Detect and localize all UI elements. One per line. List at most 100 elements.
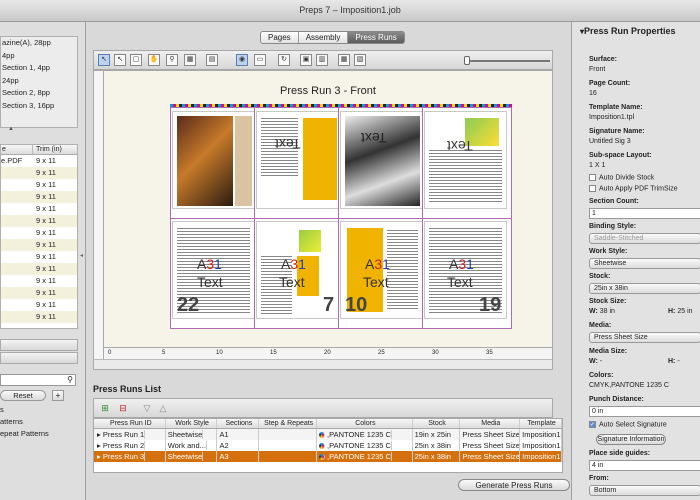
move-down-icon[interactable]: ▽ [140,402,154,414]
generate-press-runs-button[interactable]: Generate Press Runs [458,479,570,491]
distribute-icon[interactable]: ▥ [316,54,328,66]
side-guides-input[interactable]: 4 in [589,460,700,471]
collapse-icon[interactable]: ▲ [8,126,14,132]
col-name[interactable]: e [1,145,33,154]
media-select[interactable]: Press Sheet Size [589,332,700,343]
filter-box-1[interactable] [0,339,78,351]
press-run-work-style[interactable]: Sheetwise [166,451,218,462]
page-tile[interactable]: A31 Text 7 [256,221,339,319]
tab-pages[interactable]: Pages [261,32,299,43]
col-sections[interactable]: Sections [217,419,260,428]
reset-button[interactable]: Reset [0,390,46,401]
add-button[interactable]: + [52,390,64,401]
page-tile[interactable]: Text [256,111,339,209]
section-count-input[interactable]: 1 [589,208,700,219]
page-tile[interactable]: A31 Text 10 [340,221,423,319]
auto-apply-checkbox[interactable]: Auto Apply PDF TrimSize [589,185,678,192]
rotate-icon[interactable]: ↻ [278,54,290,66]
auto-select-checkbox[interactable]: ✓ Auto Select Signature [589,421,667,428]
file-row[interactable]: e.PDF 9 x 11 [1,155,77,167]
file-row[interactable]: 9 x 11 [1,251,77,263]
col-stock[interactable]: Stock [413,419,461,428]
file-row[interactable]: 9 x 11 [1,263,77,275]
file-row[interactable]: 9 x 11 [1,275,77,287]
file-row[interactable]: 9 x 11 [1,287,77,299]
direct-select-icon[interactable]: ↖ [114,54,126,66]
page-select-icon[interactable]: ▢ [130,54,142,66]
file-row[interactable]: 9 x 11 [1,179,77,191]
add-press-run-icon[interactable]: ⊞ [98,402,112,414]
col-work-style[interactable]: Work Style [166,419,218,428]
zoom-slider-track[interactable] [464,60,550,62]
splitter-left-icon[interactable]: ◂ [80,252,83,259]
align-icon[interactable]: ▣ [300,54,312,66]
col-trim[interactable]: Trim (in) [33,145,62,154]
pattern-item[interactable]: s [0,405,4,414]
auto-divide-checkbox[interactable]: Auto Divide Stock [589,174,654,181]
search-input[interactable]: ⚲ [0,374,76,386]
preview-icon[interactable]: ◉ [236,54,248,66]
press-run-work-style[interactable]: Sheetwise [166,429,218,440]
pattern-item[interactable]: atterns [0,417,23,426]
section-item[interactable]: Section 1, 4pp [1,62,77,75]
col-colors[interactable]: Colors [317,419,413,428]
page-tile[interactable] [172,111,255,209]
grid-icon[interactable]: ▦ [338,54,350,66]
zoom-icon[interactable]: ⚲ [166,54,178,66]
work-style-select[interactable]: Sheetwise [589,258,700,269]
section-item[interactable]: Section 3, 16pp [1,100,77,113]
fit-view-icon[interactable]: ▦ [184,54,196,66]
pattern-item[interactable]: epeat Patterns [0,429,49,438]
filter-box-2[interactable] [0,352,78,364]
file-row[interactable]: 9 x 11 [1,239,77,251]
signature-info-button[interactable]: Signature Information [596,434,666,445]
overlay-mark: A31 [365,256,390,272]
tab-press-runs[interactable]: Press Runs [348,32,404,43]
section-item[interactable]: Section 2, 8pp [1,87,77,100]
page-tile[interactable]: Text [340,111,423,209]
page-tile[interactable]: Text [424,111,507,209]
file-row[interactable]: 9 x 11 [1,311,77,323]
ruler-label: 5 [162,350,166,356]
page-tile[interactable]: A31 Text 22 [172,221,255,319]
col-media[interactable]: Media [460,419,521,428]
move-up-icon[interactable]: △ [156,402,170,414]
imposition-canvas[interactable]: Press Run 3 - Front Text Text Text A31 T… [93,70,553,370]
file-row[interactable]: 9 x 11 [1,215,77,227]
marks-icon[interactable]: ▧ [354,54,366,66]
col-press-run-id[interactable]: Press Run ID [94,419,166,428]
page-tile[interactable]: A31 Text 19 [424,221,507,319]
file-row[interactable]: 9 x 11 [1,203,77,215]
fold-line [338,107,339,329]
punch-input[interactable]: 0 in [589,406,700,417]
section-item[interactable]: 24pp [1,75,77,88]
file-name [1,299,33,311]
section-list[interactable]: azine(A), 28pp 4pp Section 1, 4pp 24pp S… [0,36,78,128]
hand-icon[interactable]: ✋ [148,54,160,66]
layout-icon[interactable]: ▤ [206,54,218,66]
file-name [1,311,33,323]
select-arrow-icon[interactable]: ↖ [98,54,110,66]
zoom-slider-handle[interactable] [464,56,470,65]
horizontal-scrollbar[interactable] [94,359,552,369]
section-item[interactable]: azine(A), 28pp [1,37,77,50]
delete-press-run-icon[interactable]: ⊟ [116,402,130,414]
col-step-repeats[interactable]: Step & Repeats [259,419,318,428]
col-template[interactable]: Template [520,419,562,428]
press-run-row[interactable]: ▸ Press Run 3 Sheetwise A3 ,PANTONE 1235 C2… [94,451,562,462]
section-item[interactable]: 4pp [1,50,77,63]
press-run-row[interactable]: ▸ Press Run 2 Work and... A2 ,PANTONE 1235 … [94,440,562,451]
press-run-work-style[interactable]: Work and... [166,440,218,451]
file-row[interactable]: 9 x 11 [1,167,77,179]
from-select[interactable]: Bottom [589,485,700,496]
file-row[interactable]: 9 x 11 [1,227,77,239]
file-row[interactable]: 9 x 11 [1,299,77,311]
file-name [1,275,33,287]
file-row[interactable]: 9 x 11 [1,191,77,203]
properties-title[interactable]: Press Run Properties [580,26,676,36]
binding-select[interactable]: Saddle-Stitched [589,233,700,244]
ruler-icon[interactable]: ▭ [254,54,266,66]
press-run-row[interactable]: ▸ Press Run 1 Sheetwise A1 ,PANTONE 1235 C1… [94,429,562,440]
stock-select[interactable]: 25in x 38in [589,283,700,294]
tab-assembly[interactable]: Assembly [298,32,349,43]
